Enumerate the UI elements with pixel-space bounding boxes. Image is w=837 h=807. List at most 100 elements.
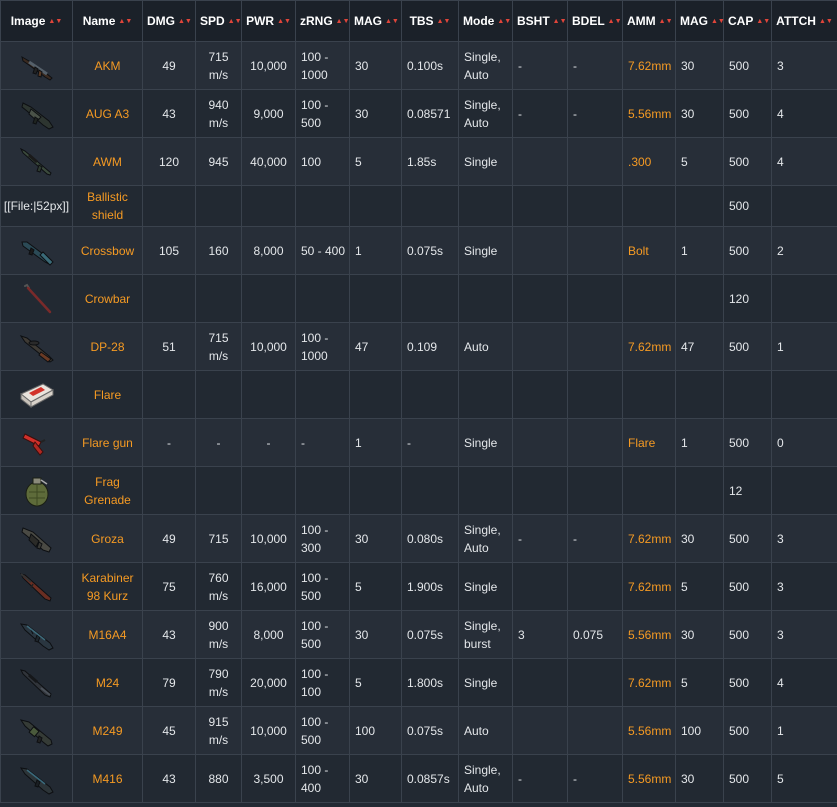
mode-cell: Single, burst	[458, 610, 513, 659]
table-row: M24 79 790 m/s 20,000 100 - 100 5 1.800s…	[0, 658, 837, 707]
ammo-link[interactable]: 5.56mm	[622, 89, 676, 138]
sort-arrows-icon[interactable]: ▲▼	[756, 18, 770, 25]
table-row: Crossbow 105 160 8,000 50 - 400 1 0.075s…	[0, 226, 837, 275]
bsht-cell	[512, 658, 568, 707]
zrng-cell	[295, 466, 350, 515]
mag-cell: 30	[349, 41, 402, 90]
ammo-link[interactable]	[622, 185, 676, 227]
col-header-tbs[interactable]: TBS ▲▼	[401, 0, 459, 42]
ammo-link[interactable]: Flare	[622, 418, 676, 467]
weapon-image-cell	[0, 274, 73, 323]
sort-arrows-icon[interactable]: ▲▼	[553, 18, 567, 25]
sort-arrows-icon[interactable]: ▲▼	[385, 18, 399, 25]
bsht-cell: -	[512, 89, 568, 138]
ammo-link[interactable]: 7.62mm	[622, 41, 676, 90]
weapon-name-link[interactable]: Flare	[72, 370, 143, 419]
mag2-cell: 30	[675, 41, 724, 90]
col-header-zrng[interactable]: zRNG ▲▼	[295, 0, 350, 42]
spd-cell	[195, 274, 242, 323]
ammo-link[interactable]: 5.56mm	[622, 754, 676, 803]
bsht-cell	[512, 562, 568, 611]
col-header-spd[interactable]: SPD ▲▼	[195, 0, 242, 42]
weapon-name-link[interactable]: M16A4	[72, 610, 143, 659]
col-header-bdel[interactable]: BDEL ▲▼	[567, 0, 623, 42]
weapon-name-link[interactable]: M416	[72, 754, 143, 803]
zrng-cell: 100 - 500	[295, 610, 350, 659]
col-header-dmg[interactable]: DMG ▲▼	[142, 0, 196, 42]
cap-cell: 500	[723, 562, 772, 611]
sort-arrows-icon[interactable]: ▲▼	[228, 18, 242, 25]
bdel-cell	[567, 226, 623, 275]
weapon-name-link[interactable]: AKM	[72, 41, 143, 90]
ammo-link[interactable]	[622, 370, 676, 419]
sort-arrows-icon[interactable]: ▲▼	[497, 18, 511, 25]
ammo-link[interactable]: 5.56mm	[622, 610, 676, 659]
weapon-name-link[interactable]: Crowbar	[72, 274, 143, 323]
spd-cell: 915 m/s	[195, 706, 242, 755]
sort-arrows-icon[interactable]: ▲▼	[178, 18, 192, 25]
mag-cell: 1	[349, 226, 402, 275]
col-header-cap[interactable]: CAP ▲▼	[723, 0, 772, 42]
ammo-link[interactable]: 7.62mm	[622, 322, 676, 371]
pwr-cell	[241, 370, 296, 419]
col-header-bsht[interactable]: BSHT ▲▼	[512, 0, 568, 42]
weapon-name-link[interactable]: DP-28	[72, 322, 143, 371]
weapon-name-link[interactable]: Flare gun	[72, 418, 143, 467]
crossbow-icon	[20, 241, 54, 266]
weapon-name-link[interactable]: M249	[72, 706, 143, 755]
col-header-pwr[interactable]: PWR ▲▼	[241, 0, 296, 42]
dmg-cell	[142, 370, 196, 419]
weapon-image-cell	[0, 610, 73, 659]
sort-arrows-icon[interactable]: ▲▼	[659, 18, 673, 25]
bdel-cell: -	[567, 41, 623, 90]
col-header-mode[interactable]: Mode ▲▼	[458, 0, 513, 42]
ammo-link[interactable]: 5.56mm	[622, 706, 676, 755]
col-header-image[interactable]: Image ▲▼	[0, 0, 73, 42]
tbs-cell: 1.900s	[401, 562, 459, 611]
weapon-name-link[interactable]: Ballistic shield	[72, 185, 143, 227]
sort-arrows-icon[interactable]: ▲▼	[608, 18, 622, 25]
groza-rifle-icon	[20, 526, 52, 553]
weapon-name-link[interactable]: AWM	[72, 137, 143, 186]
ammo-link[interactable]	[622, 466, 676, 515]
col-header-amm[interactable]: AMM ▲▼	[622, 0, 676, 42]
weapon-image-cell	[0, 466, 73, 515]
spd-cell: 760 m/s	[195, 562, 242, 611]
sort-arrows-icon[interactable]: ▲▼	[336, 18, 350, 25]
col-header-mag[interactable]: MAG ▲▼	[349, 0, 402, 42]
ammo-link[interactable]: .300	[622, 137, 676, 186]
col-header-name[interactable]: Name ▲▼	[72, 0, 143, 42]
mag-cell	[349, 274, 402, 323]
ammo-link[interactable]: Bolt	[622, 226, 676, 275]
bsht-cell: -	[512, 514, 568, 563]
col-header-attch[interactable]: ATTCH ▲▼	[771, 0, 837, 42]
sort-arrows-icon[interactable]: ▲▼	[118, 18, 132, 25]
mode-cell: Auto	[458, 322, 513, 371]
weapon-name-link[interactable]: M24	[72, 658, 143, 707]
mode-cell: Single	[458, 226, 513, 275]
m24-sniper-icon	[19, 668, 52, 698]
sort-arrows-icon[interactable]: ▲▼	[437, 18, 451, 25]
sort-arrows-icon[interactable]: ▲▼	[819, 18, 833, 25]
dmg-cell	[142, 185, 196, 227]
ammo-link[interactable]: 7.62mm	[622, 658, 676, 707]
ammo-link[interactable]: 7.62mm	[622, 514, 676, 563]
weapon-name-link[interactable]: AUG A3	[72, 89, 143, 138]
ammo-link[interactable]: 7.62mm	[622, 562, 676, 611]
spd-cell: 715 m/s	[195, 322, 242, 371]
cap-cell	[723, 370, 772, 419]
weapon-name-link[interactable]: Karabiner 98 Kurz	[72, 562, 143, 611]
dmg-cell: 49	[142, 41, 196, 90]
dp28-lmg-icon	[19, 334, 54, 363]
flare-gun-icon	[21, 432, 45, 456]
weapon-name-link[interactable]: Groza	[72, 514, 143, 563]
mode-cell: Single	[458, 562, 513, 611]
sort-arrows-icon[interactable]: ▲▼	[277, 18, 291, 25]
bsht-cell	[512, 185, 568, 227]
ammo-link[interactable]	[622, 274, 676, 323]
weapon-name-link[interactable]: Crossbow	[72, 226, 143, 275]
col-header-mag2[interactable]: MAG ▲▼	[675, 0, 725, 42]
sort-arrows-icon[interactable]: ▲▼	[48, 18, 62, 25]
weapon-image-cell	[0, 41, 73, 90]
weapon-name-link[interactable]: Frag Grenade	[72, 466, 143, 515]
